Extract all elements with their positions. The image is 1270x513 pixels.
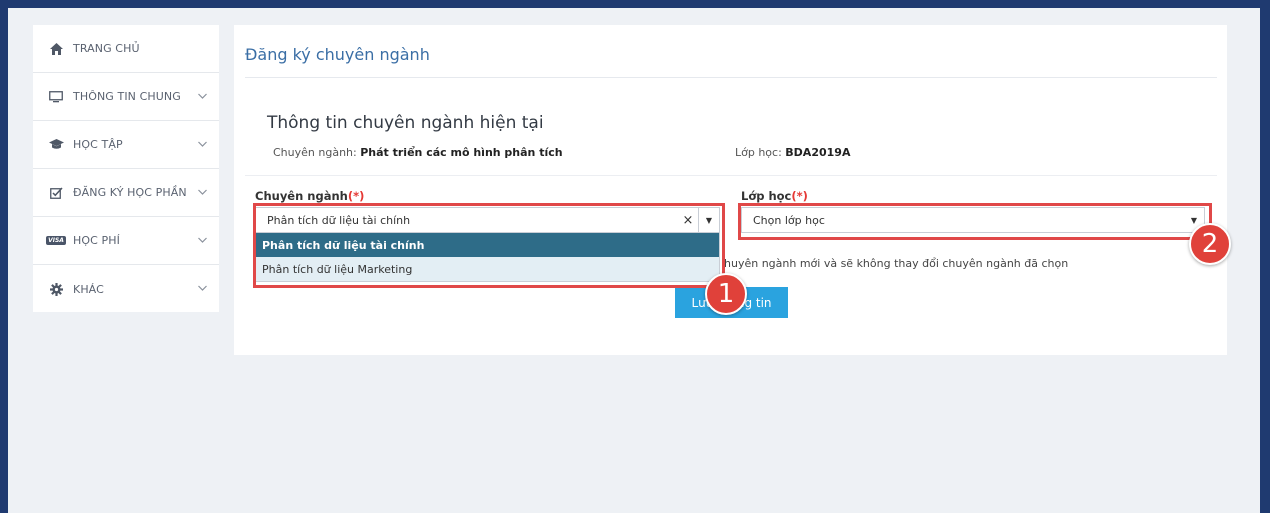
section-heading: Thông tin chuyên ngành hiện tại [267, 113, 544, 133]
clear-selection-icon[interactable]: × [678, 213, 698, 228]
sidebar-item-tuition[interactable]: VISA HỌC PHÍ [33, 217, 219, 265]
major-field-label: Chuyên ngành(*) [255, 189, 365, 203]
current-major-label: Chuyên ngành: [273, 146, 357, 159]
sidebar-item-home[interactable]: TRANG CHỦ [33, 25, 219, 73]
required-marker: (*) [791, 189, 808, 203]
sidebar-item-label: ĐĂNG KÝ HỌC PHẦN [73, 186, 187, 199]
major-option[interactable]: Phân tích dữ liệu tài chính [256, 233, 719, 257]
sidebar-item-label: KHÁC [73, 282, 104, 296]
sidebar-item-course-registration[interactable]: ĐĂNG KÝ HỌC PHẦN [33, 169, 219, 217]
chevron-down-icon [198, 91, 207, 102]
sidebar-item-label: TRANG CHỦ [73, 42, 140, 55]
major-select-value: Phân tích dữ liệu tài chính [267, 213, 411, 227]
sidebar-item-label: HỌC TẬP [73, 138, 123, 151]
dropdown-arrow-icon[interactable]: ▼ [698, 208, 719, 232]
sidebar-item-general-info[interactable]: THÔNG TIN CHUNG [33, 73, 219, 121]
chevron-down-icon [198, 139, 207, 150]
current-major-info: Chuyên ngành: Phát triển các mô hình phâ… [273, 146, 563, 159]
major-option[interactable]: Phân tích dữ liệu Marketing [256, 257, 719, 281]
gear-icon [47, 282, 65, 296]
current-class-info: Lớp học: BDA2019A [735, 146, 850, 159]
graduation-cap-icon [47, 139, 65, 150]
chevron-down-icon [198, 235, 207, 246]
registration-note: huyên ngành mới và sẽ không thay đổi chu… [724, 257, 1069, 270]
dropdown-arrow-icon[interactable]: ▼ [1186, 216, 1204, 225]
major-select[interactable]: Phân tích dữ liệu tài chính × ▼ [255, 207, 720, 233]
major-dropdown-list: Phân tích dữ liệu tài chính Phân tích dữ… [255, 233, 720, 282]
step-marker-1: 1 [705, 273, 747, 315]
current-class-value: BDA2019A [785, 146, 851, 159]
sidebar-item-study[interactable]: HỌC TẬP [33, 121, 219, 169]
sidebar-nav: TRANG CHỦ THÔNG TIN CHUNG HỌC TẬP ĐĂNG K… [33, 25, 219, 312]
class-select-placeholder: Chọn lớp học [753, 213, 825, 227]
current-major-value: Phát triển các mô hình phân tích [360, 146, 563, 159]
visa-card-icon: VISA [46, 236, 66, 245]
sidebar-item-other[interactable]: KHÁC [33, 265, 219, 313]
class-field-label: Lớp học(*) [741, 189, 808, 203]
monitor-icon [47, 90, 65, 103]
class-select[interactable]: Chọn lớp học ▼ [741, 207, 1205, 233]
sidebar-item-label: THÔNG TIN CHUNG [73, 90, 181, 103]
checkbox-icon [47, 186, 65, 199]
home-icon [47, 42, 65, 55]
step-marker-2: 2 [1189, 223, 1231, 265]
chevron-down-icon [198, 187, 207, 198]
divider [245, 175, 1217, 176]
required-marker: (*) [347, 189, 365, 203]
current-class-label: Lớp học: [735, 146, 782, 159]
sidebar-item-label: HỌC PHÍ [73, 234, 120, 247]
divider [245, 77, 1217, 78]
page-title: Đăng ký chuyên ngành [245, 45, 430, 64]
chevron-down-icon [198, 284, 207, 295]
